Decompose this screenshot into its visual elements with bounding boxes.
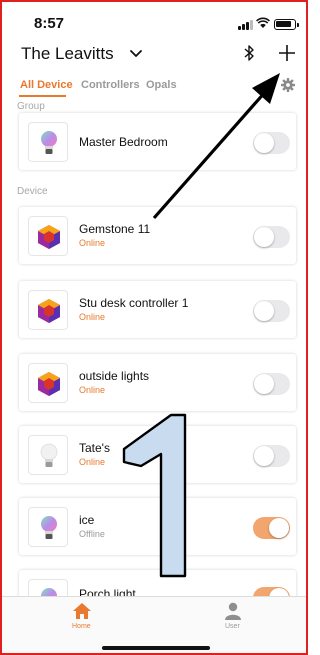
gemstone-controller-icon: [38, 225, 60, 249]
device-thumbnail: [28, 216, 68, 256]
tab-all-device[interactable]: All Device: [20, 79, 73, 91]
section-label-group: Group: [17, 101, 45, 112]
device-card-gemstone-11[interactable]: Gemstone 11 Online: [19, 207, 296, 264]
device-card-stu-desk-controller-1[interactable]: Stu desk controller 1 Online: [19, 281, 296, 338]
status-time: 8:57: [34, 15, 65, 32]
group-card-master-bedroom[interactable]: Master Bedroom: [19, 113, 296, 170]
wifi-icon: [256, 17, 270, 28]
device-thumbnail: [28, 290, 68, 330]
device-status: Online: [79, 312, 106, 322]
home-indicator: [102, 646, 210, 650]
home-icon[interactable]: [72, 602, 92, 620]
cellular-signal-icon: [238, 20, 253, 30]
battery-icon: [274, 19, 299, 30]
device-status: Online: [79, 457, 106, 467]
device-card-ice[interactable]: ice Offline: [19, 498, 296, 555]
device-status: Online: [79, 238, 106, 248]
device-name: Tate's: [79, 441, 110, 455]
device-name: Stu desk controller 1: [79, 296, 189, 310]
bottom-navigation: Home User: [0, 596, 308, 655]
power-toggle[interactable]: [253, 300, 290, 322]
home-selector-title[interactable]: The Leavitts: [21, 44, 114, 64]
rgb-bulb-icon: [41, 131, 57, 154]
power-toggle[interactable]: [253, 132, 290, 154]
device-card-outside-lights[interactable]: outside lights Online: [19, 354, 296, 411]
white-bulb-icon: [40, 443, 58, 467]
tab-opals[interactable]: Opals: [146, 79, 177, 91]
device-name: Gemstone 11: [79, 222, 151, 236]
tab-controllers[interactable]: Controllers: [81, 79, 140, 91]
section-label-device: Device: [17, 186, 48, 197]
device-name: outside lights: [79, 369, 150, 383]
bluetooth-icon[interactable]: [243, 44, 255, 62]
gemstone-controller-icon: [38, 299, 60, 323]
gear-icon[interactable]: [281, 78, 295, 92]
power-toggle[interactable]: [253, 373, 290, 395]
add-device-button[interactable]: [278, 44, 296, 62]
device-name: ice: [79, 513, 95, 527]
group-name: Master Bedroom: [79, 135, 168, 149]
active-tab-indicator: [19, 95, 66, 97]
device-card-tates[interactable]: Tate's Online: [19, 426, 296, 483]
status-bar: 8:57: [0, 0, 308, 40]
device-status: Offline: [79, 529, 105, 539]
power-toggle[interactable]: [253, 517, 290, 539]
chevron-down-icon[interactable]: [130, 50, 142, 58]
device-thumbnail: [28, 435, 68, 475]
power-toggle[interactable]: [253, 445, 290, 467]
device-thumbnail: [28, 122, 68, 162]
power-toggle[interactable]: [253, 226, 290, 248]
nav-label-user[interactable]: User: [225, 623, 240, 630]
device-thumbnail: [28, 363, 68, 403]
nav-label-home[interactable]: Home: [72, 623, 91, 630]
user-icon[interactable]: [223, 602, 243, 620]
device-thumbnail: [28, 507, 68, 547]
device-status: Online: [79, 385, 106, 395]
rgb-bulb-icon: [41, 516, 57, 539]
gemstone-controller-icon: [38, 372, 60, 396]
